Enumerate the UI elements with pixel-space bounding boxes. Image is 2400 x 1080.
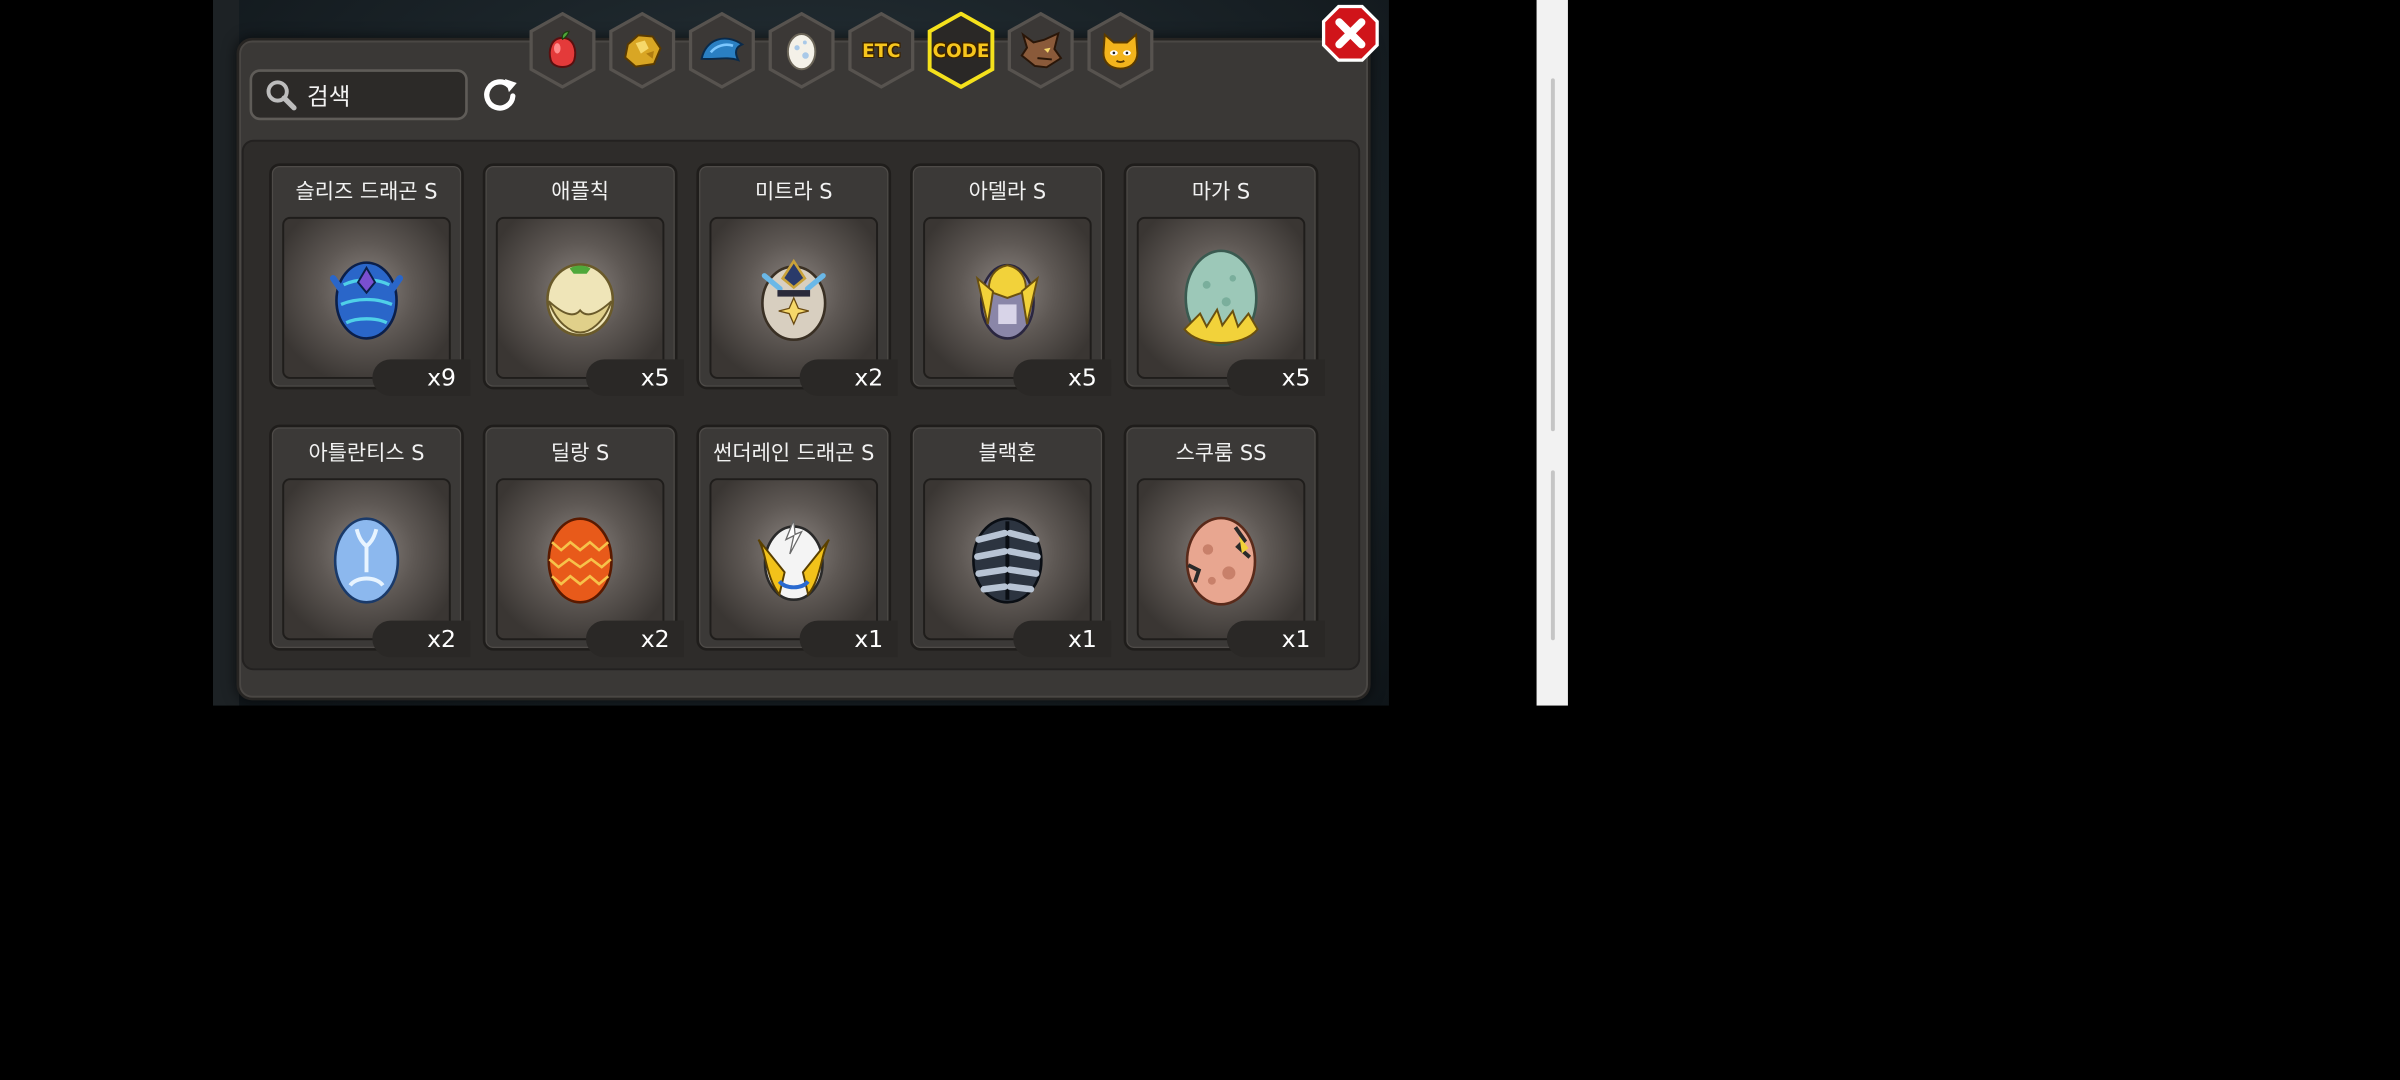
item-card[interactable]: 마가 S x5 xyxy=(1123,163,1325,396)
item-image-well xyxy=(282,216,451,379)
search-box[interactable]: 검색 xyxy=(249,69,468,121)
item-quantity: x1 xyxy=(1013,620,1112,658)
close-icon xyxy=(1321,4,1379,62)
maga-egg-icon xyxy=(1183,249,1259,347)
item-image-well xyxy=(709,216,879,379)
tab-etc[interactable]: ETC xyxy=(847,11,915,89)
thunderrain-dragon-egg-icon xyxy=(757,519,830,602)
gold-ore-icon xyxy=(624,34,662,68)
dilang-egg-icon xyxy=(547,517,613,604)
system-side-bar xyxy=(1536,0,1568,706)
item-quantity: x2 xyxy=(799,359,898,396)
item-card[interactable]: 스쿠룸 SS x1 xyxy=(1123,424,1325,658)
search-icon xyxy=(260,74,302,116)
item-card[interactable]: 미트라 S x2 xyxy=(696,163,898,396)
item-name: 애플칙 xyxy=(551,179,609,204)
tab-code[interactable]: CODE xyxy=(927,11,995,89)
refresh-button[interactable] xyxy=(478,73,521,116)
wolf-icon xyxy=(1020,31,1063,69)
item-image-well xyxy=(923,478,1092,641)
item-quantity: x9 xyxy=(372,359,471,396)
scroll-track[interactable] xyxy=(1550,78,1555,432)
item-card[interactable]: 블랙혼 x1 xyxy=(910,424,1112,658)
cat-icon xyxy=(1102,32,1139,70)
item-image-well xyxy=(282,478,451,641)
item-image-well xyxy=(923,216,1092,379)
item-image-well xyxy=(495,216,665,379)
item-card[interactable]: 딜랑 S x2 xyxy=(482,424,685,658)
item-card[interactable]: 슬리즈 드래곤 S x9 xyxy=(269,163,471,396)
item-quantity: x5 xyxy=(1013,359,1112,396)
scurum-egg-icon xyxy=(1185,516,1257,606)
tab-dragon-scale[interactable] xyxy=(688,11,756,89)
item-name: 썬더레인 드래곤 S xyxy=(713,440,875,466)
item-card[interactable]: 아델라 S x5 xyxy=(910,163,1112,396)
item-image-well xyxy=(1136,478,1306,641)
mitra-egg-icon xyxy=(761,258,827,342)
item-image-well xyxy=(709,478,879,641)
item-card[interactable]: 썬더레인 드래곤 S x1 xyxy=(696,424,898,658)
item-image-well xyxy=(1136,216,1306,379)
item-quantity: x5 xyxy=(586,359,685,396)
item-name: 딜랑 S xyxy=(550,440,610,466)
dragon-scale-icon xyxy=(700,37,745,62)
item-name: 블랙혼 xyxy=(978,440,1037,466)
scroll-track-lower[interactable] xyxy=(1550,470,1555,641)
applechick-egg-icon xyxy=(546,263,615,337)
item-name: 미트라 S xyxy=(754,179,833,204)
tab-fruit[interactable] xyxy=(529,11,597,89)
blackhorn-egg-icon xyxy=(972,517,1043,604)
item-name: 아델라 S xyxy=(968,179,1047,204)
item-card[interactable]: 애플칙 x5 xyxy=(482,163,685,396)
close-button[interactable] xyxy=(1321,4,1380,63)
atlantis-egg-icon xyxy=(333,517,400,604)
tab-cat[interactable] xyxy=(1086,11,1154,89)
refresh-icon xyxy=(484,79,517,111)
item-card[interactable]: 아틀란티스 S x2 xyxy=(269,424,471,658)
search-input[interactable]: 검색 xyxy=(307,78,350,112)
item-quantity: x2 xyxy=(372,620,471,658)
tab-etc-label: ETC xyxy=(862,39,901,62)
egg-icon xyxy=(786,32,817,71)
item-name: 스쿠룸 SS xyxy=(1175,440,1267,466)
sleaze-dragon-egg-icon xyxy=(329,261,404,340)
item-quantity: x2 xyxy=(586,620,685,658)
item-quantity: x1 xyxy=(799,620,898,658)
item-quantity: x1 xyxy=(1226,620,1325,658)
tab-wolf[interactable] xyxy=(1007,11,1075,89)
tab-code-label: CODE xyxy=(932,39,990,62)
item-quantity: x5 xyxy=(1226,359,1325,396)
item-image-well xyxy=(495,478,665,641)
item-name: 마가 S xyxy=(1191,179,1251,204)
adela-egg-icon xyxy=(975,263,1040,340)
game-background-edge xyxy=(212,0,240,706)
item-name: 슬리즈 드래곤 S xyxy=(295,179,438,204)
tab-egg[interactable] xyxy=(768,11,836,89)
item-name: 아틀란티스 S xyxy=(308,440,425,466)
fruit-icon xyxy=(548,30,577,68)
tab-gold[interactable] xyxy=(608,11,676,89)
